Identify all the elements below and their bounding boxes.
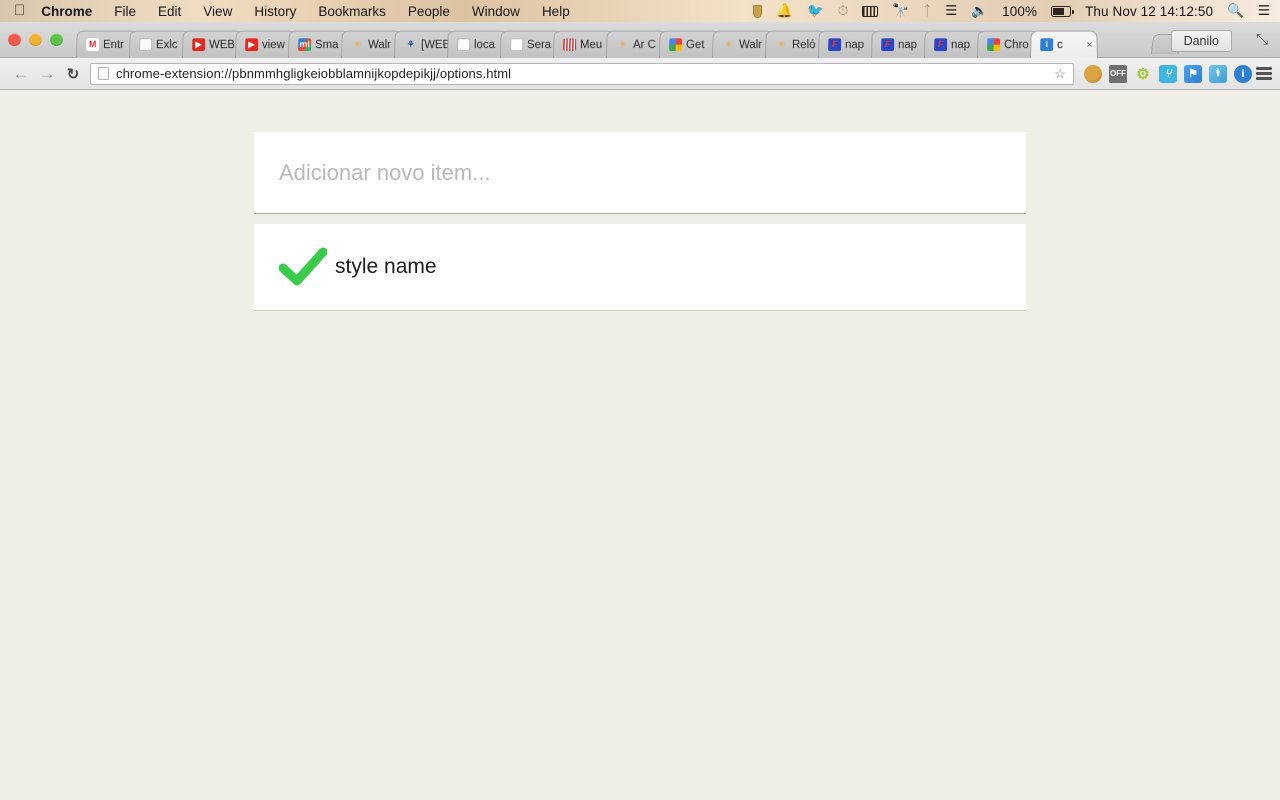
youtube-icon: ▶ — [245, 38, 259, 52]
napster-icon: F — [828, 38, 842, 52]
blue-extension-icon[interactable]: ⑂ — [1159, 64, 1177, 83]
walmart-icon: ✳ — [353, 39, 362, 50]
checkmark-icon[interactable] — [279, 247, 331, 287]
document-icon — [139, 38, 153, 52]
evernote-icon[interactable]: 🐦 — [807, 4, 824, 18]
stethoscope-extension-icon[interactable]: ⚕ — [1209, 64, 1227, 83]
close-tab-icon[interactable]: × — [1086, 39, 1093, 51]
back-button[interactable]: ← — [8, 61, 34, 87]
page-icon — [510, 38, 524, 52]
menu-bar-clock[interactable]: Thu Nov 12 14:12:50 — [1085, 4, 1213, 19]
notification-center-icon[interactable]: ☰ — [1258, 4, 1270, 18]
walmart-icon: ✳ — [618, 39, 627, 50]
tabs-container: M Entr Exlc ▶ WEB ▶ view ml Sma ✳ Walr ⚘ [WEB loca Ser… — [76, 28, 1098, 58]
zoom-window-button[interactable] — [50, 33, 63, 46]
url-text: chrome-extension://pbnmmhgligkeiobblamni… — [116, 66, 512, 81]
minimize-window-button[interactable] — [29, 33, 42, 46]
menu-item-help[interactable]: Help — [542, 4, 570, 19]
menu-item-bookmarks[interactable]: Bookmarks — [318, 4, 386, 19]
chrome-menu-button[interactable] — [1252, 65, 1272, 83]
chrome-browser-window: M Entr Exlc ▶ WEB ▶ view ml Sma ✳ Walr ⚘ [WEB loca Ser… — [0, 22, 1280, 800]
tab-strip: M Entr Exlc ▶ WEB ▶ view ml Sma ✳ Walr ⚘ [WEB loca Ser… — [0, 22, 1280, 58]
page-info-icon[interactable] — [98, 67, 109, 80]
profile-button[interactable]: Danilo — [1170, 30, 1232, 52]
cookie-extension-icon[interactable] — [1084, 64, 1102, 83]
menu-line — [1256, 72, 1272, 75]
napster-icon: F — [934, 38, 948, 52]
menu-item-edit[interactable]: Edit — [158, 4, 181, 19]
document-icon — [457, 38, 471, 52]
browser-toolbar: ← → ↻ chrome-extension://pbnmmhgligkeiob… — [0, 58, 1280, 90]
menu-app-name[interactable]: Chrome — [41, 4, 92, 19]
gmail-icon: M — [86, 38, 100, 52]
walmart-icon: ✳ — [724, 39, 733, 50]
android-extension-icon[interactable]: ⚙ — [1134, 65, 1152, 83]
menu-item-file[interactable]: File — [114, 4, 136, 19]
menu-item-history[interactable]: History — [254, 4, 296, 19]
list-item-row[interactable]: style name — [254, 224, 1026, 311]
window-traffic-lights — [8, 33, 63, 46]
napster-icon: F — [881, 38, 895, 52]
fullscreen-icon[interactable]: ⤡ — [1256, 32, 1268, 47]
add-item-input[interactable] — [254, 159, 1026, 186]
extension-options-page: style name — [0, 90, 1280, 800]
google-icon — [669, 38, 683, 52]
barcode-icon — [563, 38, 577, 52]
info-icon: i — [1040, 38, 1054, 52]
bluetooth-icon[interactable]: ᛏ — [923, 4, 931, 18]
menu-item-view[interactable]: View — [203, 4, 232, 19]
menu-item-people[interactable]: People — [408, 4, 450, 19]
walmart-icon: ✳ — [777, 39, 786, 50]
calendar-icon[interactable] — [862, 5, 879, 17]
menu-item-window[interactable]: Window — [472, 4, 520, 19]
extension-icons: OFF ⚙ ⑂ ⚑ ⚕ i — [1080, 64, 1252, 83]
bookmark-star-icon[interactable]: ☆ — [1054, 66, 1069, 82]
shield-icon[interactable] — [753, 4, 763, 18]
tab-label: c — [1057, 38, 1063, 51]
profile-name-label: Danilo — [1183, 34, 1219, 48]
tag-extension-icon[interactable]: ⚑ — [1184, 64, 1202, 83]
battery-icon[interactable] — [1051, 5, 1074, 17]
bell-icon[interactable]: 🔔 — [776, 4, 793, 18]
macos-menu-bar:  Chrome File Edit View History Bookmark… — [0, 0, 1280, 22]
webmotors-icon: ⚘ — [406, 39, 415, 50]
browser-tab[interactable]: i c × — [1030, 30, 1098, 58]
list-item-label: style name — [335, 255, 437, 278]
volume-icon[interactable]: 🔈 — [971, 4, 988, 18]
google-icon — [987, 38, 1001, 52]
add-item-card — [254, 132, 1026, 214]
battery-percent-label: 100% — [1002, 3, 1038, 19]
off-toggle-extension-icon[interactable]: OFF — [1109, 64, 1127, 83]
mailchimp-icon: ml — [298, 38, 312, 52]
menu-line — [1256, 67, 1272, 70]
apple-logo-icon[interactable]:  — [14, 3, 25, 18]
reload-button[interactable]: ↻ — [60, 61, 86, 87]
search-icon[interactable]: 🔍 — [1227, 4, 1244, 18]
menu-line — [1256, 77, 1272, 80]
address-bar[interactable]: chrome-extension://pbnmmhgligkeiobblamni… — [90, 62, 1074, 85]
forward-button[interactable]: → — [34, 61, 60, 87]
youtube-icon: ▶ — [192, 38, 206, 52]
menu-bar-status-area: 🔔 🐦 ⏱ 🔭 ᛏ ☰ 🔈 100% Thu Nov 12 14:12:50 🔍… — [753, 4, 1280, 19]
binoculars-icon[interactable]: 🔭 — [892, 4, 909, 18]
info-extension-icon[interactable]: i — [1234, 64, 1252, 83]
clock-icon[interactable]: ⏱ — [838, 4, 849, 18]
close-window-button[interactable] — [8, 33, 21, 46]
wifi-icon[interactable]: ☰ — [945, 4, 957, 18]
